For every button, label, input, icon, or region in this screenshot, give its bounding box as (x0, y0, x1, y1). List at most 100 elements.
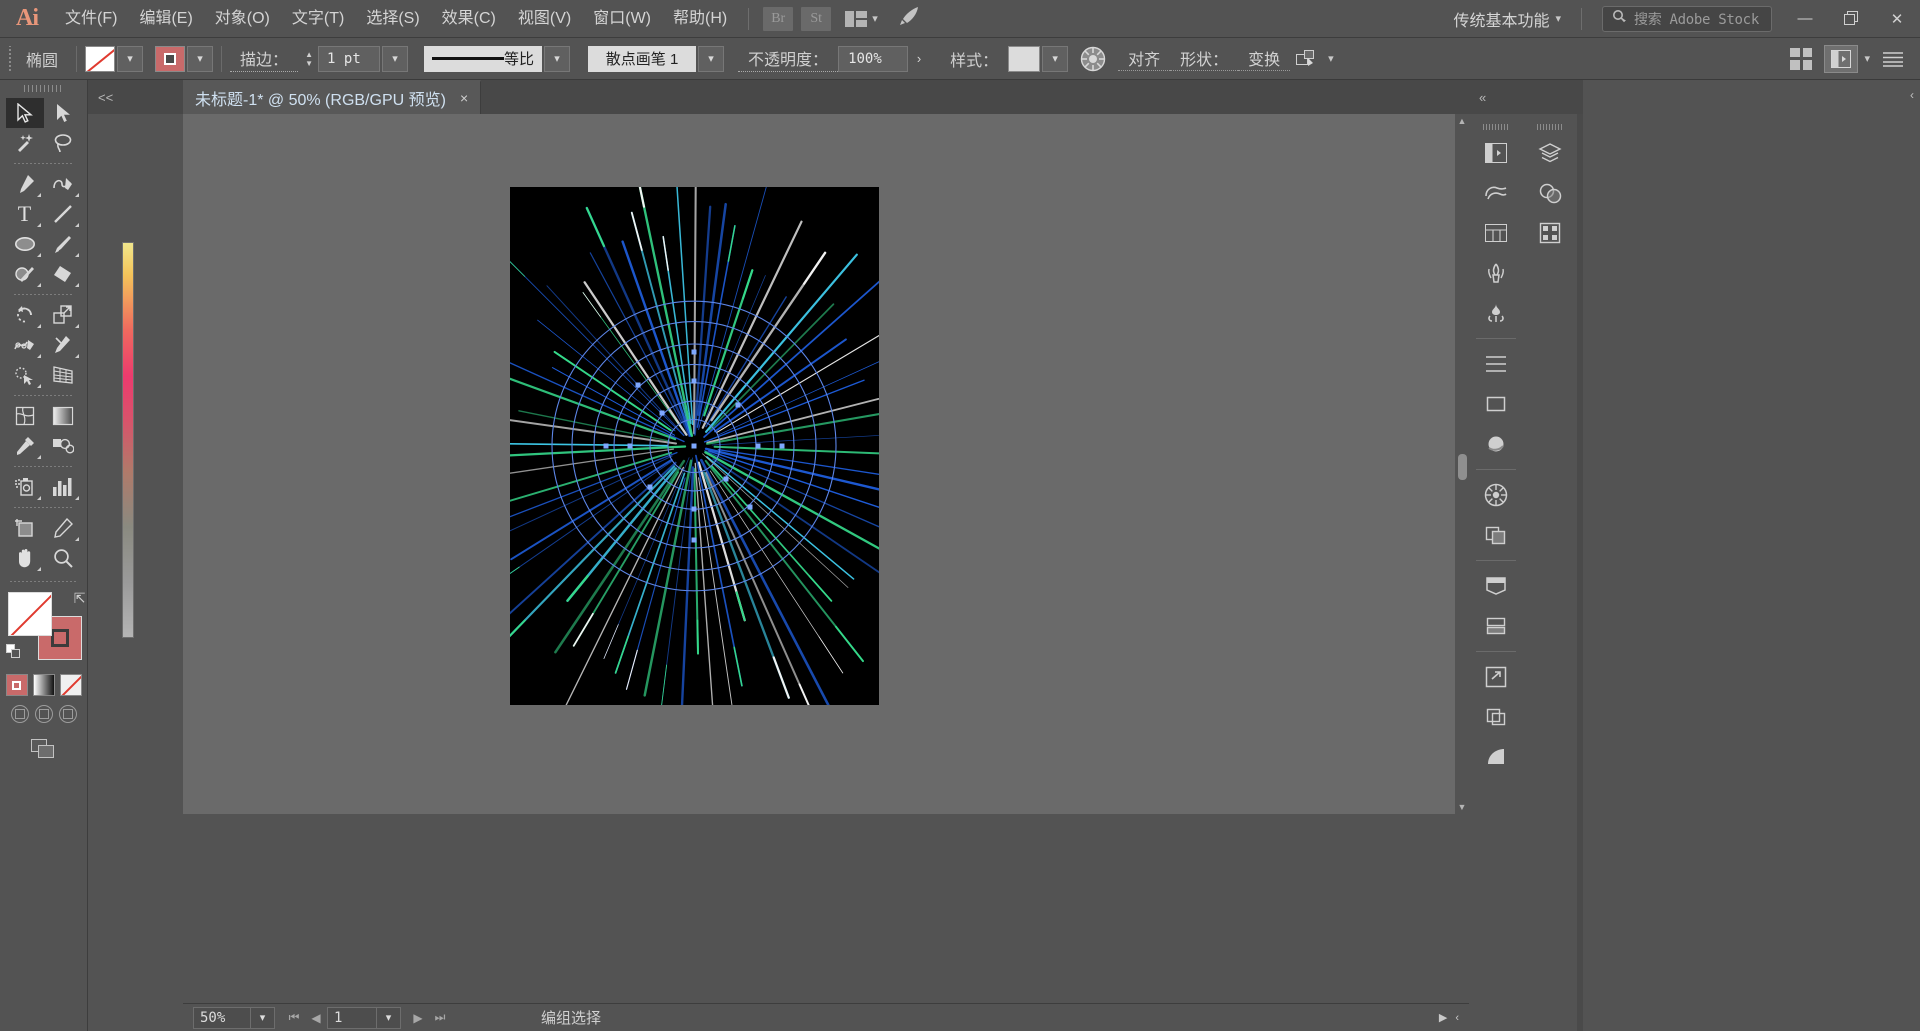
fill-swatch[interactable] (85, 45, 116, 72)
rotate-tool[interactable] (6, 300, 44, 330)
menu-file[interactable]: 文件(F) (54, 0, 128, 38)
color-guide-panel-icon[interactable] (1527, 174, 1573, 212)
draw-behind-icon[interactable] (34, 705, 53, 723)
stroke-dropdown-chevron-down-icon[interactable]: ▾ (187, 45, 214, 72)
pathfinder-panel-icon[interactable] (1473, 516, 1519, 554)
style-chevron-down-icon[interactable]: ▾ (1042, 45, 1069, 72)
canvas-vertical-scrollbar[interactable]: ▲ ▼ (1455, 114, 1469, 814)
default-fill-stroke-icon[interactable] (5, 644, 22, 660)
first-page-icon[interactable]: ⏮ (283, 1007, 305, 1029)
eyedropper-tool[interactable] (6, 431, 44, 461)
minimize-button[interactable]: — (1782, 0, 1828, 38)
page-number-value[interactable]: 1 (327, 1006, 377, 1029)
stroke-color-control[interactable]: ▾ (155, 45, 214, 72)
zoom-tool[interactable] (44, 543, 82, 573)
dock-column-grip[interactable] (1483, 124, 1509, 130)
restore-button[interactable] (1828, 0, 1874, 38)
document-info-panel-icon[interactable] (1473, 698, 1519, 736)
gradient-ramp[interactable] (122, 242, 134, 638)
next-page-icon[interactable]: ▶ (407, 1007, 429, 1029)
close-button[interactable]: ✕ (1874, 0, 1920, 38)
scroll-up-icon[interactable]: ▲ (1455, 114, 1469, 128)
ellipse-tool[interactable] (6, 229, 44, 259)
layers-panel-icon[interactable] (1527, 134, 1573, 172)
menu-object[interactable]: 对象(O) (204, 0, 281, 38)
opacity-label[interactable]: 不透明度： (738, 46, 839, 72)
workspace-name[interactable]: 传统基本功能 (1453, 7, 1555, 31)
width-tool[interactable] (6, 330, 44, 360)
recolor-artwork-icon[interactable] (1080, 46, 1106, 72)
shaper-tool[interactable] (6, 259, 44, 289)
rocket-icon[interactable] (898, 6, 920, 31)
transparency-panel-icon[interactable] (1473, 476, 1519, 514)
properties-panel-icon[interactable] (1824, 44, 1859, 73)
curvature-tool[interactable] (44, 169, 82, 199)
arrange-chevron-down-icon[interactable]: ▾ (1322, 52, 1340, 65)
last-page-icon[interactable]: ⏭ (429, 1007, 451, 1029)
none-mode-icon[interactable] (59, 674, 82, 696)
stroke-weight-value[interactable]: 1 pt (318, 45, 381, 72)
lasso-tool[interactable] (44, 128, 82, 158)
direct-selection-tool[interactable] (44, 98, 82, 128)
change-screen-mode-icon[interactable] (30, 739, 57, 761)
dock-column-b-grip[interactable] (1537, 124, 1563, 130)
swap-fill-stroke-icon[interactable]: ⇱ (74, 590, 86, 607)
layers-compact-icon[interactable] (1473, 607, 1519, 645)
menu-view[interactable]: 视图(V) (507, 0, 582, 38)
search-input[interactable]: 搜索 Adobe Stock (1634, 9, 1759, 29)
mesh-tool[interactable] (6, 401, 44, 431)
eraser-tool[interactable] (44, 259, 82, 289)
stroke-weight-stepper[interactable]: ▲ ▼ (300, 46, 318, 72)
graphic-style-swatch[interactable] (1008, 45, 1041, 72)
menu-select[interactable]: 选择(S) (355, 0, 430, 38)
brush-chevron-down-icon[interactable]: ▾ (698, 45, 725, 72)
stroke-swatch[interactable] (155, 45, 186, 72)
opacity-expand-icon[interactable]: › (908, 46, 930, 72)
transform-button[interactable]: 变换 (1238, 46, 1291, 71)
left-panel-collapse[interactable]: << (88, 80, 183, 114)
type-tool[interactable]: T (6, 199, 44, 229)
pen-tool[interactable] (6, 169, 44, 199)
scale-tool[interactable] (44, 300, 82, 330)
menu-window[interactable]: 窗口(W) (582, 0, 662, 38)
brush-definition-field[interactable]: 散点画笔 1 (588, 45, 697, 72)
graphic-styles-panel-icon[interactable] (1473, 425, 1519, 463)
zoom-level-chevron-down-icon[interactable]: ▾ (251, 1006, 275, 1029)
perspective-grid-tool[interactable] (44, 360, 82, 390)
control-bar-grip[interactable] (8, 45, 11, 72)
fill-dropdown-chevron-down-icon[interactable]: ▾ (117, 45, 144, 72)
fill-color-swatch[interactable] (7, 592, 52, 636)
opacity-value[interactable]: 100% (838, 45, 909, 72)
grid-view-icon[interactable] (1784, 45, 1818, 73)
artboard[interactable] (510, 187, 879, 705)
properties-panel-icon[interactable] (1473, 134, 1519, 172)
hand-tool[interactable] (6, 543, 44, 573)
menu-help[interactable]: 帮助(H) (662, 0, 738, 38)
page-chevron-down-icon[interactable]: ▾ (377, 1006, 401, 1029)
stock-button[interactable]: St (801, 6, 832, 31)
arrange-objects-icon[interactable] (1296, 49, 1322, 68)
menu-edit[interactable]: 编辑(E) (128, 0, 203, 38)
artboard-panel-icon[interactable] (1473, 567, 1519, 605)
stroke-profile-chevron-down-icon[interactable]: ▾ (544, 45, 571, 72)
stroke-weight-label[interactable]: 描边： (230, 46, 299, 72)
color-mode-icon[interactable] (5, 674, 28, 696)
paintbrush-tool[interactable] (44, 229, 82, 259)
gradient-tool[interactable] (44, 401, 82, 431)
list-panel-icon[interactable] (1876, 45, 1910, 73)
previous-page-icon[interactable]: ◀ (305, 1007, 327, 1029)
free-transform-tool[interactable] (44, 330, 82, 360)
document-tab[interactable]: 未标题-1* @ 50% (RGB/GPU 预览) × (183, 80, 482, 114)
workspace-chevron-down-icon[interactable]: ▾ (1555, 12, 1571, 25)
dock-collapse-icon[interactable]: « (1479, 90, 1486, 105)
align-button[interactable]: 对齐 (1118, 46, 1171, 71)
arrange-documents-button[interactable]: ▾ (841, 6, 882, 32)
canvas-area[interactable] (183, 114, 1469, 814)
close-tab-icon[interactable]: × (460, 90, 468, 106)
magic-wand-tool[interactable] (6, 128, 44, 158)
status-prev-icon[interactable]: ‹ (1455, 1012, 1469, 1024)
libraries-panel-icon[interactable] (1473, 174, 1519, 212)
asset-export-panel-icon[interactable] (1473, 658, 1519, 696)
draw-inside-icon[interactable] (58, 705, 77, 723)
line-segment-tool[interactable] (44, 199, 82, 229)
